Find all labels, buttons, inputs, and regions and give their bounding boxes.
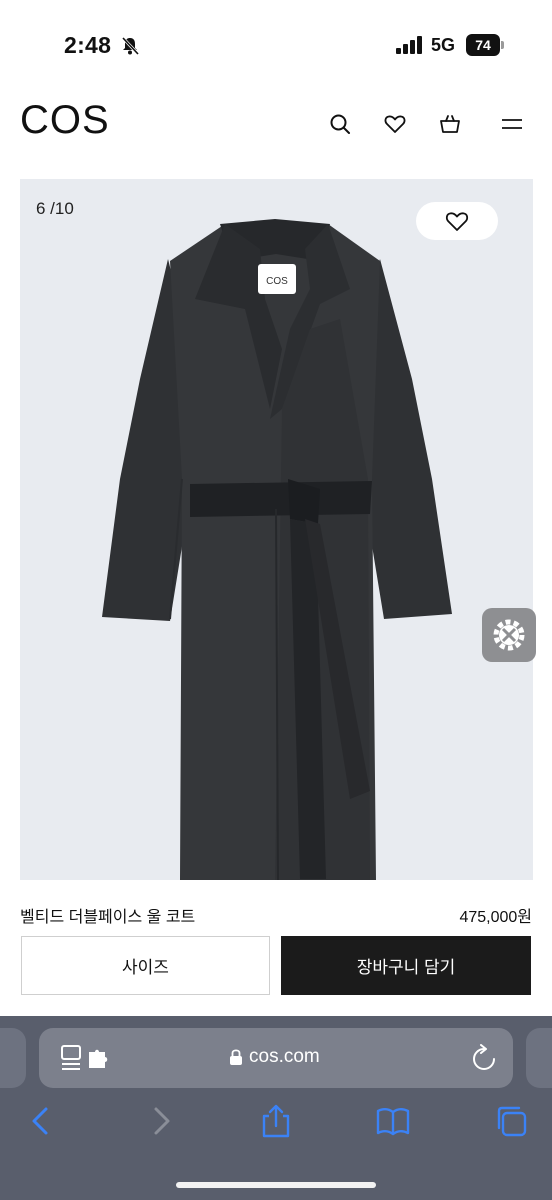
product-image-gallery[interactable]: COS 6 /10: [20, 179, 533, 880]
heart-icon[interactable]: [383, 112, 407, 136]
menu-icon[interactable]: [500, 112, 524, 136]
forward-icon[interactable]: [144, 1104, 178, 1138]
address-bar[interactable]: cos.com: [39, 1028, 513, 1088]
gear-tools-icon: [493, 619, 525, 651]
share-icon[interactable]: [259, 1104, 293, 1138]
url-text: cos.com: [249, 1046, 320, 1067]
next-tab-peek[interactable]: [526, 1028, 552, 1088]
bookmarks-icon[interactable]: [376, 1104, 410, 1138]
search-icon[interactable]: [328, 112, 352, 136]
home-indicator[interactable]: [176, 1182, 376, 1188]
reader-extension-icon[interactable]: [61, 1044, 113, 1072]
status-time: 2:48: [64, 32, 112, 58]
bell-muted-icon: [121, 36, 140, 56]
garment-label: COS: [266, 276, 288, 287]
previous-tab-peek[interactable]: [0, 1028, 26, 1088]
reload-icon[interactable]: [471, 1044, 497, 1072]
battery-level: 74: [466, 34, 500, 56]
back-icon[interactable]: [24, 1104, 58, 1138]
cos-logo[interactable]: COS: [20, 98, 110, 143]
battery-icon: 74: [466, 34, 504, 56]
heart-icon: [445, 212, 469, 231]
tabs-icon[interactable]: [494, 1104, 528, 1138]
image-counter: 6 /10: [36, 199, 74, 218]
wishlist-button[interactable]: [416, 202, 498, 240]
shopping-bag-icon[interactable]: [438, 112, 462, 136]
lock-icon: [230, 1049, 242, 1065]
assistive-tool-button[interactable]: [482, 608, 536, 662]
cellular-signal-icon: [396, 36, 422, 54]
site-header: COS: [0, 90, 552, 160]
add-to-cart-button[interactable]: 장바구니 담기: [281, 936, 531, 995]
size-button[interactable]: 사이즈: [21, 936, 270, 995]
browser-chrome: cos.com: [0, 1016, 552, 1200]
coat-image: COS: [102, 219, 452, 880]
network-type: 5G: [431, 35, 456, 55]
status-bar: 2:48 5G 74: [0, 0, 552, 80]
product-price: 475,000원: [459, 909, 532, 926]
product-info: 벨티드 더블페이스 울 코트 475,000원: [20, 900, 532, 930]
product-name: 벨티드 더블페이스 울 코트: [20, 909, 196, 926]
